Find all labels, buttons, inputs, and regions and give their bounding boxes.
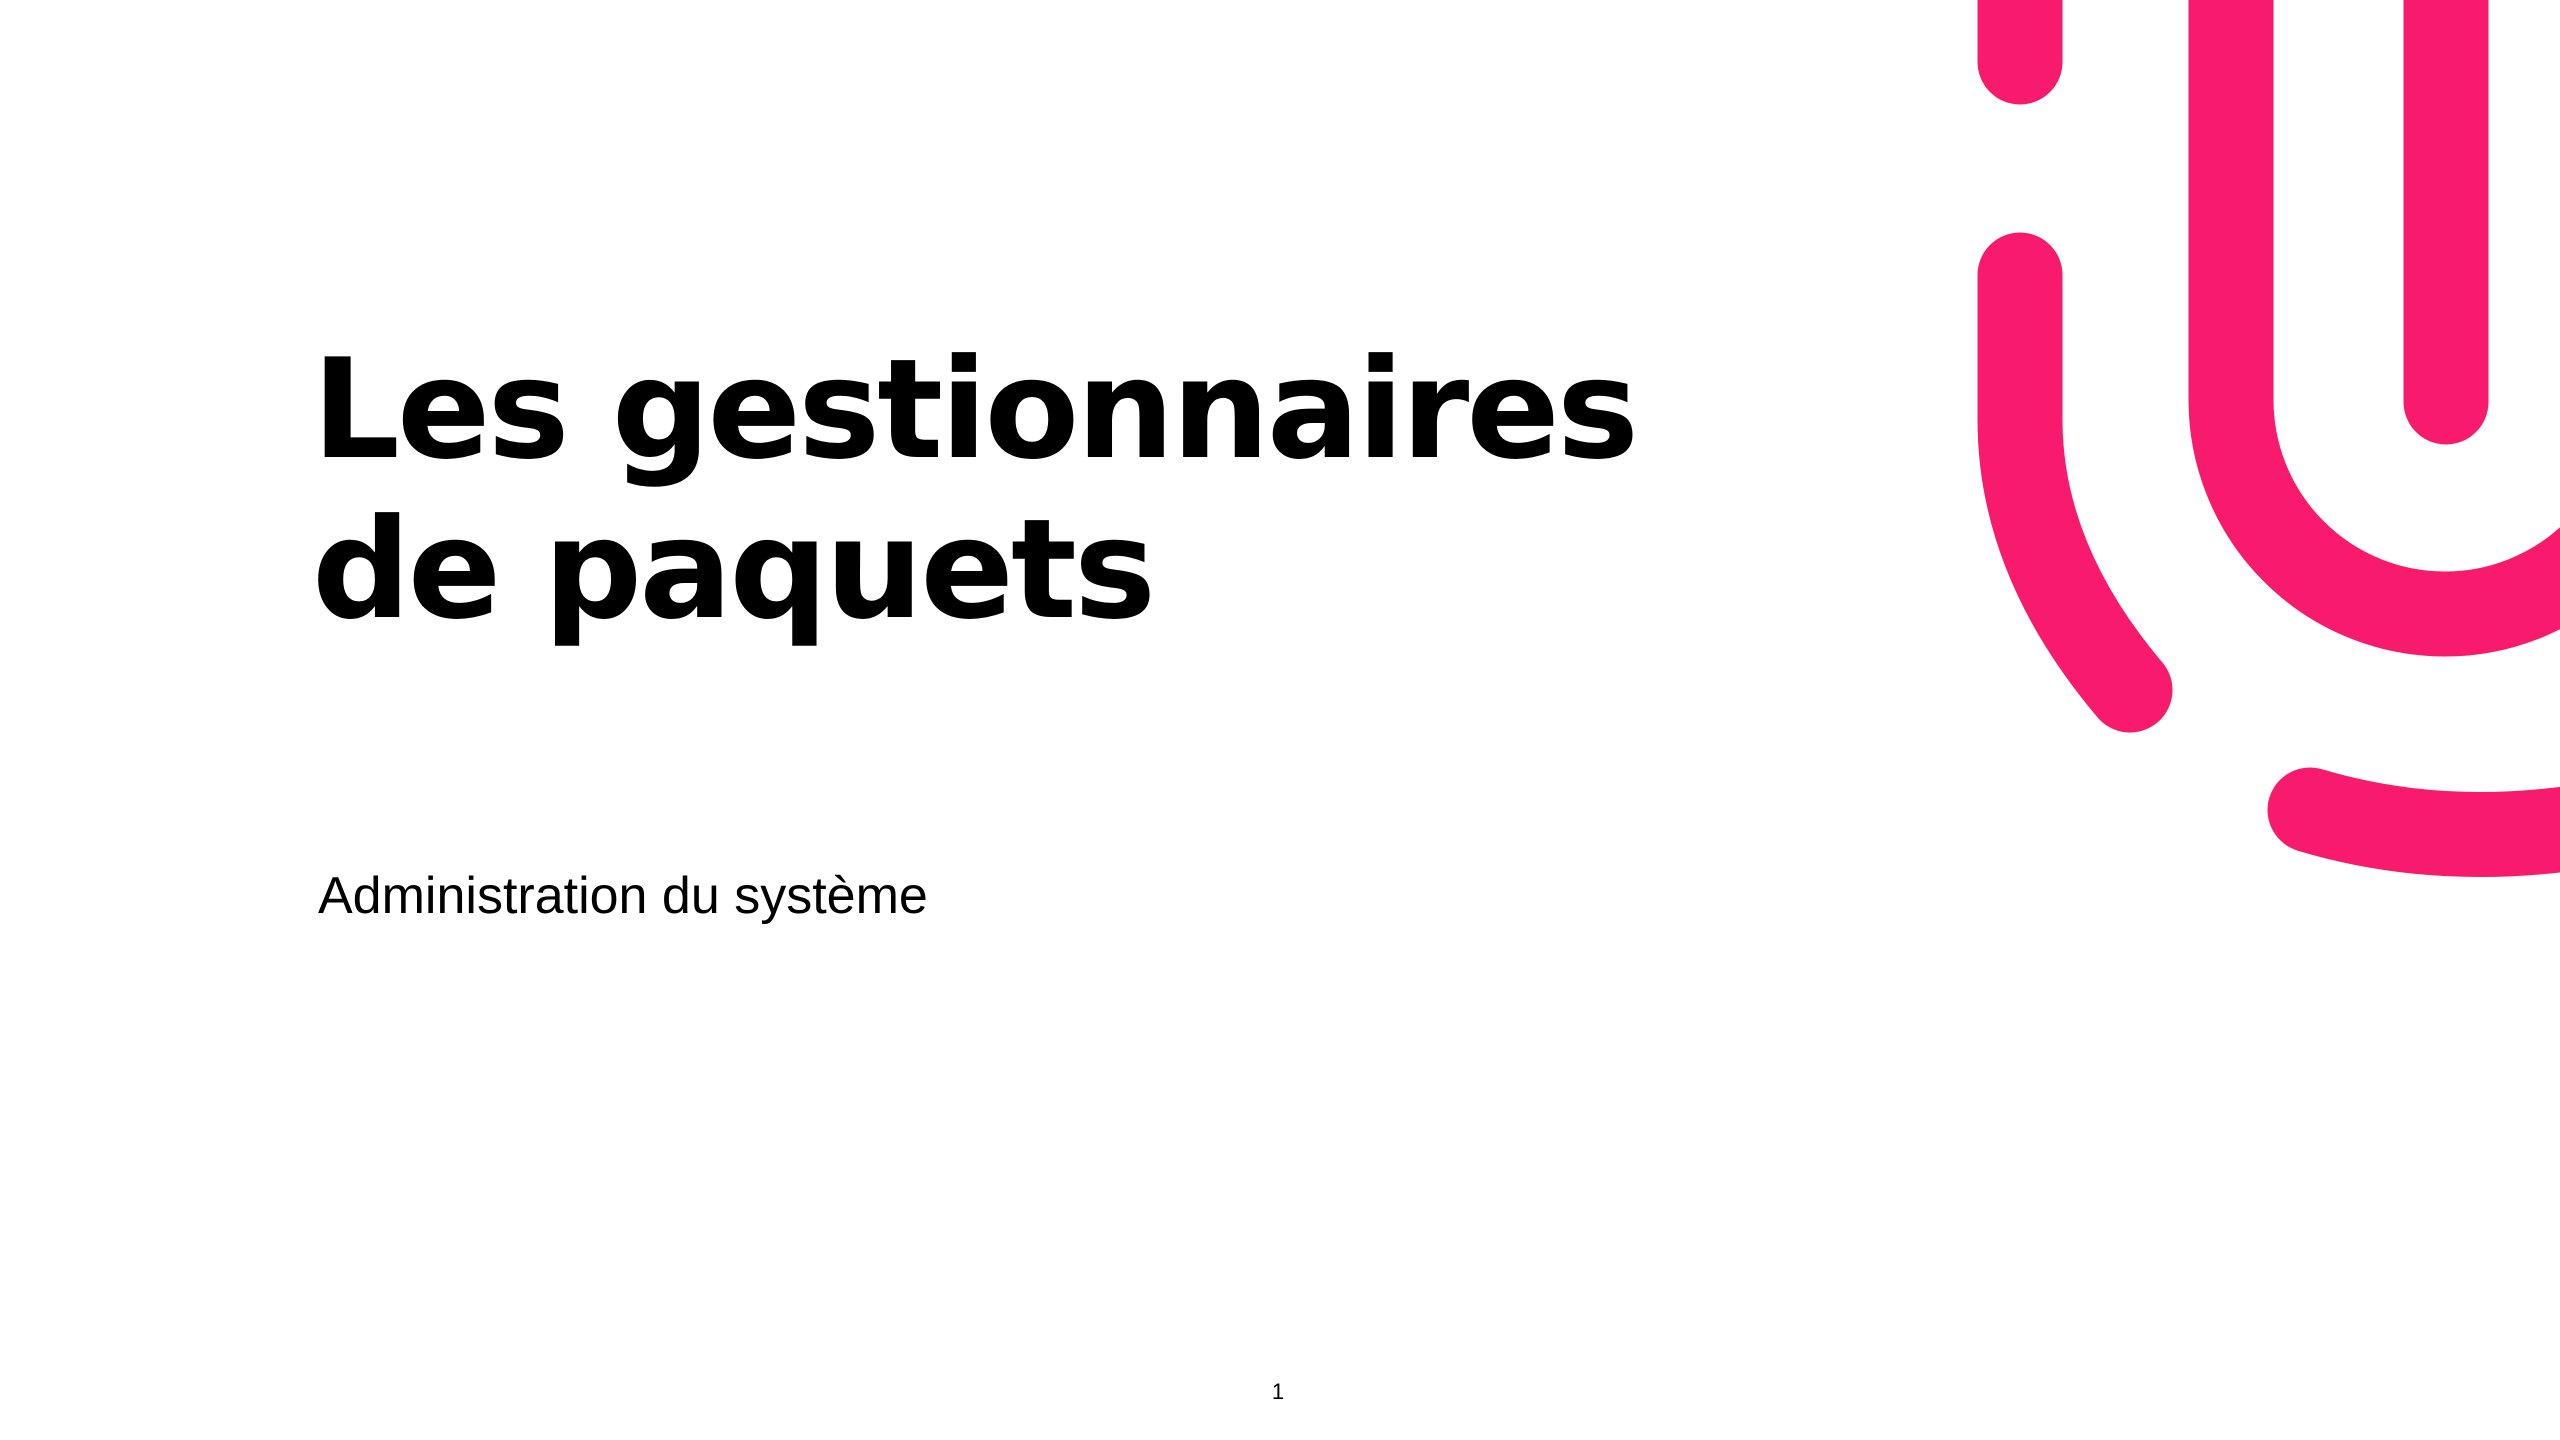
page-number: 1 <box>1271 1379 1285 1404</box>
slide-subtitle: Administration du système <box>318 867 928 925</box>
u-shaped-stroke <box>2188 0 2560 657</box>
bottom-arc-stroke <box>2267 767 2560 877</box>
slide-title: Les gestionnaires de paquets <box>312 330 1812 650</box>
title-slide: Les gestionnaires de paquets Administrat… <box>0 0 2560 1440</box>
slide-title-line-2: de paquets <box>312 489 1156 650</box>
abstract-pink-stroke-logo-icon <box>1977 0 2560 877</box>
slide-title-line-1: Les gestionnaires <box>312 329 1639 490</box>
left-curved-stroke <box>1977 232 2173 733</box>
